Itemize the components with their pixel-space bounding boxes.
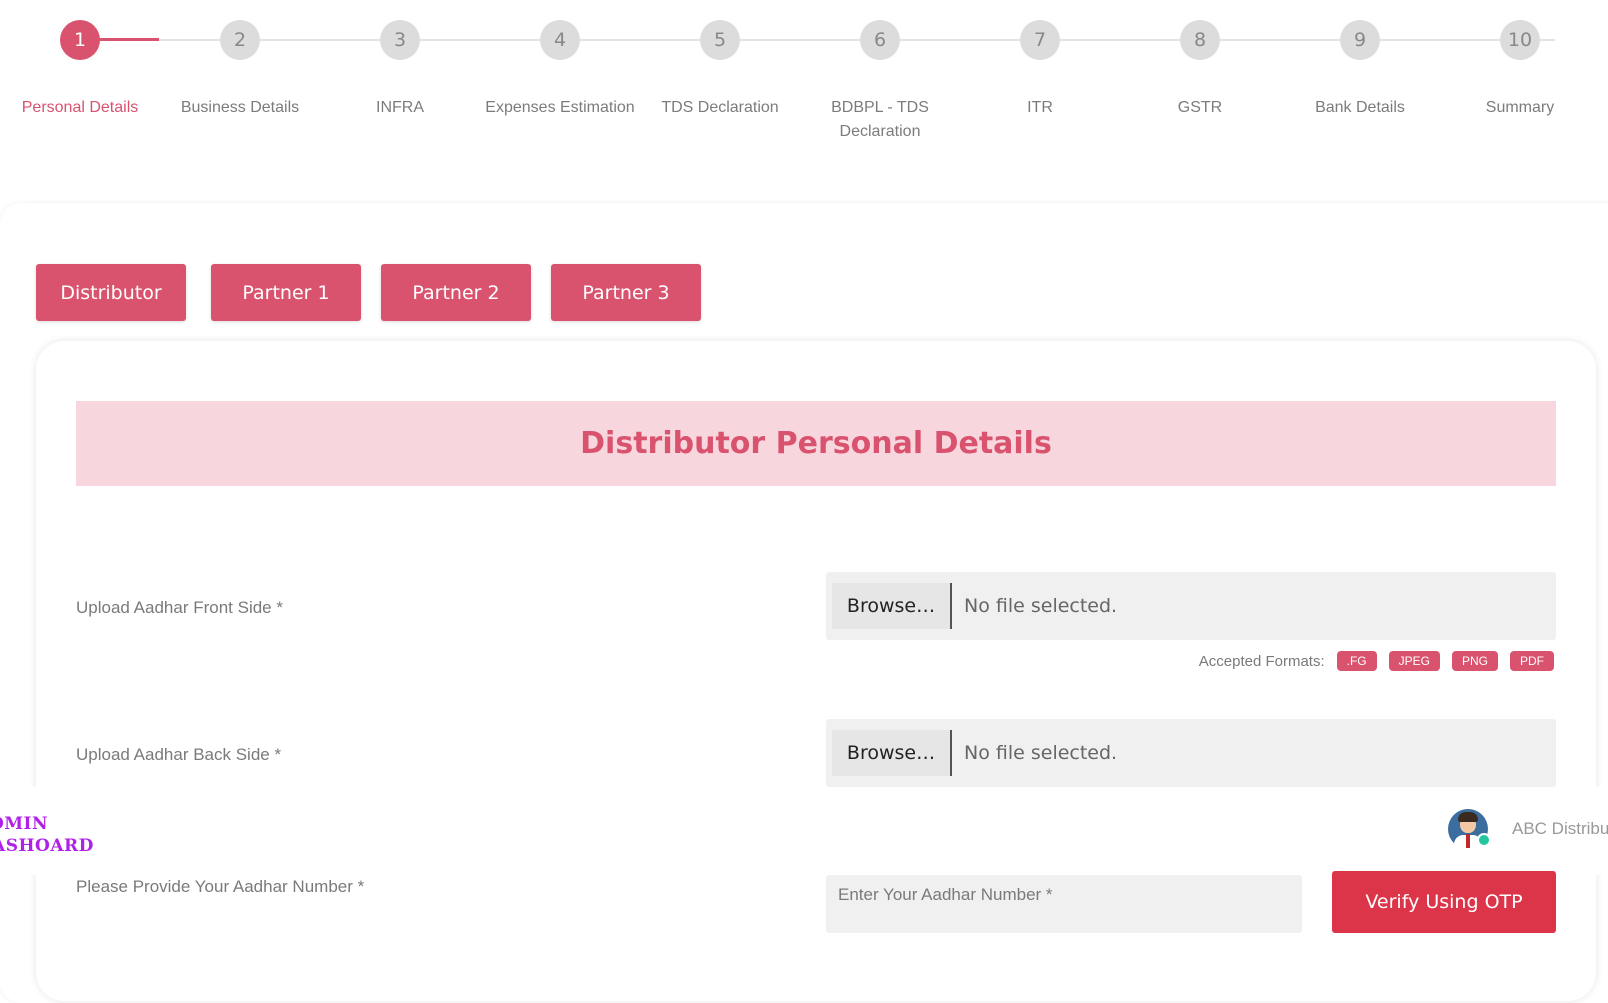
tab-partner-2[interactable]: Partner 2	[381, 264, 531, 321]
user-avatar-icon[interactable]	[1448, 809, 1491, 849]
aadhar-number-input[interactable]	[826, 875, 1302, 933]
step-summary[interactable]: 10 Summary	[1435, 20, 1605, 120]
step-number: 1	[60, 20, 100, 60]
step-expenses-estimation[interactable]: 4 Expenses Estimation	[475, 20, 645, 120]
step-label: Summary	[1485, 99, 1555, 116]
step-personal-details[interactable]: 1 Personal Details	[0, 20, 165, 120]
step-number: 4	[540, 20, 580, 60]
aadhar-number-label: Please Provide Your Aadhar Number *	[76, 877, 365, 896]
step-infra[interactable]: 3 INFRA	[315, 20, 485, 120]
step-number: 3	[380, 20, 420, 60]
step-number: 7	[1020, 20, 1060, 60]
aadhar-back-label: Upload Aadhar Back Side *	[76, 745, 282, 764]
step-number: 6	[860, 20, 900, 60]
logo-line-1: DMIN	[0, 814, 49, 834]
aadhar-back-file-input[interactable]: Browse… No file selected.	[826, 719, 1556, 787]
step-itr[interactable]: 7 ITR	[955, 20, 1125, 120]
accepted-formats-label: Accepted Formats:	[1198, 652, 1325, 670]
step-number: 5	[700, 20, 740, 60]
avatar-tie	[1466, 834, 1470, 848]
aadhar-back-browse-button[interactable]: Browse…	[832, 730, 952, 776]
accepted-formats: Accepted Formats: .FG JPEG PNG PDF	[1199, 651, 1554, 671]
admin-dashboard-logo[interactable]: DMIN ASHOARD	[0, 813, 94, 857]
step-label: TDS Declaration	[661, 99, 779, 116]
step-gstr[interactable]: 8 GSTR	[1115, 20, 1285, 120]
format-badge: PDF	[1510, 651, 1554, 671]
progress-stepper: 1 Personal Details 2 Business Details 3 …	[0, 0, 1608, 200]
step-label: BDBPL - TDS Declaration	[831, 99, 929, 140]
step-number: 2	[220, 20, 260, 60]
aadhar-back-file-status: No file selected.	[964, 742, 1118, 764]
aadhar-front-browse-button[interactable]: Browse…	[832, 583, 952, 629]
logo-line-2: ASHOARD	[0, 836, 94, 856]
aadhar-front-label: Upload Aadhar Front Side *	[76, 598, 283, 617]
tab-partner-1[interactable]: Partner 1	[211, 264, 361, 321]
step-label: INFRA	[376, 99, 424, 116]
section-title: Distributor Personal Details	[76, 401, 1556, 486]
online-status-icon	[1477, 833, 1491, 847]
step-number: 9	[1340, 20, 1380, 60]
tab-partner-3[interactable]: Partner 3	[551, 264, 701, 321]
step-number: 8	[1180, 20, 1220, 60]
format-badge: JPEG	[1388, 651, 1440, 671]
step-label: Business Details	[180, 99, 300, 116]
format-badge: PNG	[1451, 651, 1498, 671]
verify-otp-button[interactable]: Verify Using OTP	[1332, 871, 1556, 933]
step-tds-declaration[interactable]: 5 TDS Declaration	[635, 20, 805, 120]
tab-distributor[interactable]: Distributor	[36, 264, 186, 321]
avatar-hair	[1458, 812, 1478, 822]
step-label: Personal Details	[21, 99, 139, 116]
aadhar-front-file-input[interactable]: Browse… No file selected.	[826, 572, 1556, 640]
step-label: GSTR	[1177, 99, 1223, 116]
step-bdbpl-tds-declaration[interactable]: 6 BDBPL - TDS Declaration	[795, 20, 965, 144]
top-navbar: DMIN ASHOARD ABC Distributor	[0, 787, 1608, 875]
step-label: ITR	[1027, 99, 1053, 116]
aadhar-front-file-status: No file selected.	[964, 595, 1118, 617]
step-number: 10	[1500, 20, 1540, 60]
step-bank-details[interactable]: 9 Bank Details	[1275, 20, 1445, 120]
step-label: Bank Details	[1315, 99, 1405, 116]
format-badge: .FG	[1336, 651, 1377, 671]
step-label: Expenses Estimation	[485, 99, 635, 116]
step-business-details[interactable]: 2 Business Details	[155, 20, 325, 120]
user-name[interactable]: ABC Distributor	[1512, 819, 1608, 839]
